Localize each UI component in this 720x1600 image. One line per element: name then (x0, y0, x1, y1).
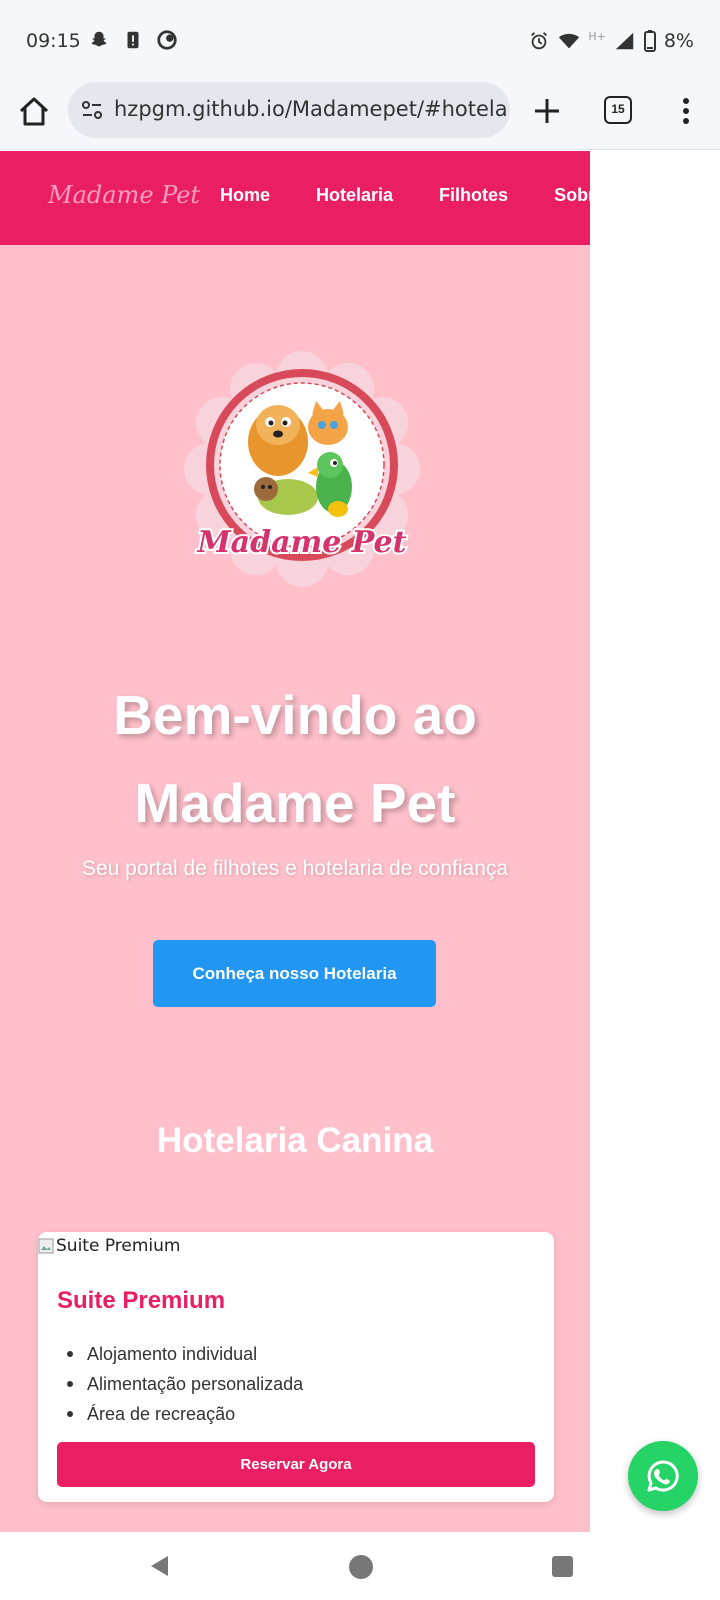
web-content: Madame Pet Home Hotelaria Filhotes Sobre (0, 151, 590, 1532)
browser-toolbar: hzpgm.github.io/Madamepet/#hotela 15 (0, 80, 720, 150)
snapchat-icon (91, 31, 107, 47)
site-nav-links: Home Hotelaria Filhotes Sobre (220, 185, 590, 206)
url-text[interactable]: hzpgm.github.io/Madamepet/#hotela (114, 97, 506, 121)
status-right: H+ 8% (528, 30, 694, 52)
status-time: 09:15 (26, 30, 81, 52)
system-navigation-bar (0, 1532, 720, 1600)
more-menu-icon[interactable] (672, 94, 700, 128)
recents-icon[interactable] (552, 1556, 573, 1577)
signal-icon (615, 32, 634, 50)
status-bar: 09:15 H+ 8% (0, 0, 720, 80)
hero-title: Bem-vindo ao Madame Pet (113, 684, 477, 834)
suite-title: Suite Premium (57, 1287, 226, 1314)
list-item: Área de recreação (67, 1399, 303, 1429)
battery-icon (643, 30, 656, 52)
nav-link-home[interactable]: Home (220, 185, 270, 206)
reserve-button[interactable]: Reservar Agora (57, 1442, 535, 1487)
alarm-icon (531, 32, 548, 50)
nav-link-filhotes[interactable]: Filhotes (439, 185, 508, 206)
new-tab-icon[interactable] (530, 94, 564, 128)
network-type: H+ (588, 30, 606, 43)
nav-link-sobre[interactable]: Sobre (554, 185, 590, 206)
battery-level: 8% (663, 30, 694, 52)
site-settings-icon[interactable] (80, 98, 104, 122)
home-icon[interactable] (16, 94, 52, 130)
suite-image-alt: Suite Premium (56, 1236, 181, 1256)
suite-features: Alojamento individual Alimentação person… (67, 1339, 303, 1429)
section-title: Hotelaria Canina (156, 1121, 434, 1160)
list-item: Alimentação personalizada (67, 1369, 303, 1399)
logo-text: Madame Pet (196, 525, 406, 560)
broken-image-icon (38, 1238, 54, 1254)
notification-icons (88, 29, 178, 51)
suite-card: Suite Premium Suite Premium Alojamento i… (38, 1232, 554, 1502)
list-item: Alojamento individual (67, 1339, 303, 1369)
site-navbar: Madame Pet Home Hotelaria Filhotes Sobre (0, 151, 590, 245)
alert-icon (127, 31, 139, 49)
suite-image: Suite Premium (38, 1236, 180, 1256)
hero-subtitle: Seu portal de filhotes e hotelaria de co… (81, 857, 509, 880)
nav-link-hotelaria[interactable]: Hotelaria (316, 185, 393, 206)
home-nav-icon[interactable] (349, 1555, 373, 1579)
wifi-icon (559, 33, 580, 49)
address-bar[interactable]: hzpgm.github.io/Madamepet/#hotela (68, 82, 510, 138)
madame-pet-logo: Madame Pet (184, 351, 420, 587)
hotelaria-cta-button[interactable]: Conheça nosso Hotelaria (153, 940, 436, 1007)
whatsapp-button[interactable] (628, 1441, 698, 1511)
sync-icon (157, 30, 177, 50)
back-icon[interactable] (148, 1554, 170, 1578)
whatsapp-icon (647, 1460, 679, 1492)
site-brand[interactable]: Madame Pet (48, 181, 200, 209)
tab-switcher-button[interactable]: 15 (604, 96, 632, 124)
